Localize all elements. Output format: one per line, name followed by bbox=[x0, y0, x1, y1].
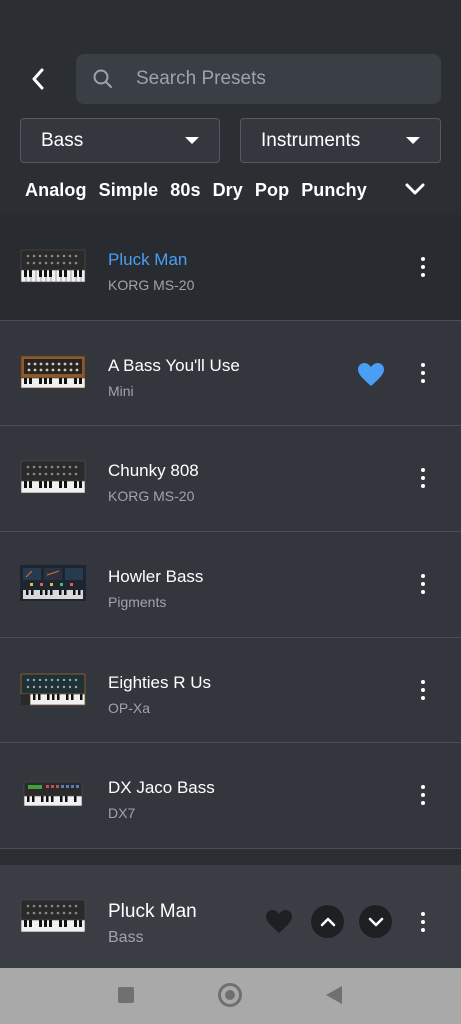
category-dropdown[interactable]: Bass bbox=[20, 118, 220, 163]
now-playing-bar[interactable]: Pluck Man Bass bbox=[0, 865, 461, 968]
tag-bar: Analog Simple 80s Dry Pop Punchy bbox=[25, 176, 379, 204]
now-playing-title: Pluck Man bbox=[108, 901, 197, 922]
chevron-left-icon bbox=[32, 68, 44, 90]
preset-title: A Bass You'll Use bbox=[108, 355, 240, 375]
preset-row[interactable]: DX Jaco Bass DX7 bbox=[0, 743, 461, 850]
preset-instrument: Mini bbox=[108, 382, 134, 399]
preset-row[interactable]: Chunky 808 KORG MS-20 bbox=[0, 426, 461, 533]
preset-title: Howler Bass bbox=[108, 567, 204, 587]
chevron-down-icon bbox=[368, 917, 383, 926]
search-icon bbox=[93, 69, 112, 88]
more-options-button[interactable] bbox=[413, 572, 433, 596]
expand-tags-button[interactable] bbox=[402, 178, 428, 200]
preset-row[interactable]: A Bass You'll Use Mini bbox=[0, 320, 461, 427]
more-options-button[interactable] bbox=[413, 783, 433, 807]
preset-list: Pluck Man KORG MS-20 A Bass You'll Use M… bbox=[0, 215, 461, 865]
tag-80s[interactable]: 80s bbox=[170, 180, 200, 201]
system-nav-bar bbox=[0, 968, 461, 1024]
more-options-button[interactable] bbox=[413, 255, 433, 279]
more-vertical-icon bbox=[421, 362, 425, 367]
caret-down-icon bbox=[185, 137, 199, 144]
more-vertical-icon bbox=[421, 785, 425, 790]
chevron-up-icon bbox=[320, 917, 335, 926]
synth-thumbnail-icon bbox=[20, 565, 86, 602]
preset-instrument: KORG MS-20 bbox=[108, 277, 195, 293]
synth-thumbnail-icon bbox=[20, 673, 86, 706]
synth-thumbnail-icon bbox=[20, 355, 86, 388]
now-playing-category: Bass bbox=[108, 929, 144, 946]
synth-thumbnail-icon bbox=[20, 249, 86, 283]
search-input[interactable] bbox=[136, 68, 416, 90]
search-box[interactable] bbox=[76, 54, 441, 104]
preset-title: Pluck Man bbox=[108, 250, 188, 269]
category-dropdown-label: Bass bbox=[41, 129, 84, 151]
synth-thumbnail-icon bbox=[20, 899, 86, 933]
chevron-down-icon bbox=[405, 183, 425, 195]
recents-button[interactable] bbox=[118, 987, 134, 1003]
preset-title: DX Jaco Bass bbox=[108, 778, 215, 798]
more-options-button[interactable] bbox=[413, 678, 433, 702]
type-dropdown[interactable]: Instruments bbox=[240, 118, 441, 163]
synth-thumbnail-icon bbox=[23, 782, 83, 807]
more-options-button[interactable] bbox=[413, 466, 433, 490]
more-vertical-icon bbox=[421, 574, 425, 579]
preset-row[interactable]: Pluck Man KORG MS-20 bbox=[0, 215, 461, 321]
preset-instrument: Pigments bbox=[108, 594, 167, 611]
caret-down-icon bbox=[406, 137, 420, 144]
preset-instrument: OP-Xa bbox=[108, 699, 151, 716]
tag-punchy[interactable]: Punchy bbox=[301, 180, 367, 201]
more-vertical-icon bbox=[421, 679, 425, 684]
tag-pop[interactable]: Pop bbox=[255, 180, 289, 201]
preset-title: Eighties R Us bbox=[108, 672, 211, 692]
system-back-button[interactable] bbox=[326, 986, 342, 1004]
preset-row[interactable]: Howler Bass Pigments bbox=[0, 532, 461, 638]
next-preset-button[interactable] bbox=[359, 905, 392, 938]
more-vertical-icon bbox=[421, 468, 425, 473]
preset-row[interactable]: Eighties R Us OP-Xa bbox=[0, 637, 461, 744]
tag-analog[interactable]: Analog bbox=[25, 180, 87, 201]
tag-simple[interactable]: Simple bbox=[99, 180, 159, 201]
preset-instrument: KORG MS-20 bbox=[108, 488, 195, 505]
more-vertical-icon bbox=[421, 912, 425, 916]
more-options-button[interactable] bbox=[413, 361, 433, 385]
previous-preset-button[interactable] bbox=[311, 905, 344, 938]
header: Bass Instruments Analog Simple 80s Dry P… bbox=[0, 0, 461, 215]
preset-instrument: DX7 bbox=[108, 805, 136, 822]
preset-title: Chunky 808 bbox=[108, 461, 199, 481]
tag-dry[interactable]: Dry bbox=[213, 180, 243, 201]
heart-icon[interactable] bbox=[265, 909, 293, 935]
heart-icon[interactable] bbox=[357, 362, 385, 388]
more-options-button[interactable] bbox=[413, 910, 433, 934]
back-button[interactable] bbox=[24, 64, 52, 94]
synth-thumbnail-icon bbox=[20, 461, 86, 494]
type-dropdown-label: Instruments bbox=[261, 129, 361, 151]
more-vertical-icon bbox=[421, 257, 425, 261]
home-button[interactable] bbox=[218, 983, 242, 1007]
